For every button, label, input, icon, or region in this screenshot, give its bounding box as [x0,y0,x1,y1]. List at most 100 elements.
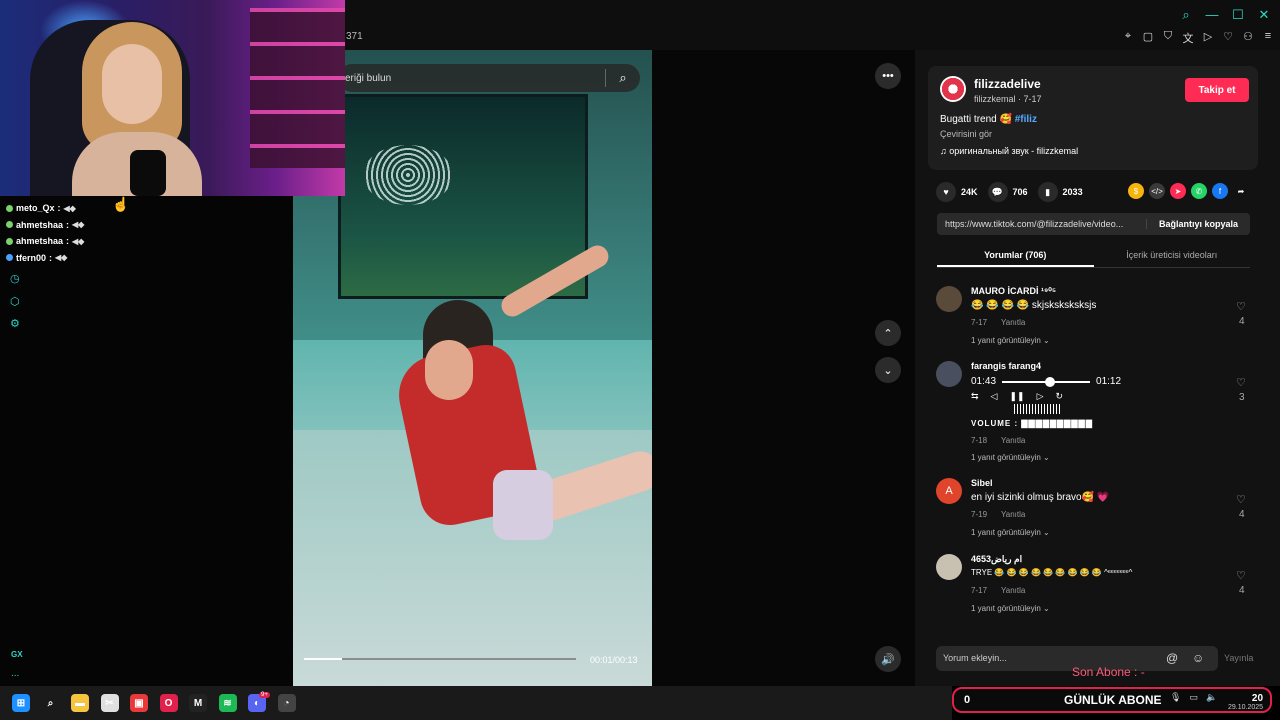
search-bar[interactable]: eriği bulun ⌕ [338,64,640,92]
close-icon[interactable]: ✕ [1256,7,1272,23]
translate-icon[interactable]: 文 [1182,30,1194,46]
volume-text: VOLUME : ▇▇▇▇▇▇▇▇▇▇ [971,419,1093,428]
comment-username[interactable]: 4653ام رياض [971,554,1022,565]
caption-hashtag[interactable]: #filiz [1015,114,1037,125]
comment-like-icon[interactable]: ♡ [1236,300,1246,313]
system-clock[interactable]: 20 29.10.2025 [1228,693,1263,711]
author-name[interactable]: filizzadelive [974,77,1041,91]
chat-username[interactable]: tfern00 [16,253,46,263]
minimize-icon[interactable]: — [1204,7,1220,23]
comment-username[interactable]: MAURO İCARDİ ¹⁹⁰⁵ [971,286,1056,297]
view-replies-link[interactable]: 1 yanıt görüntüleyin ⌄ [971,604,1050,613]
reply-button[interactable]: Yanıtla [1001,318,1025,327]
play-icon[interactable]: ▷ [1202,30,1214,46]
spotify-icon[interactable]: ≋ [218,694,237,712]
embed-icon[interactable]: </> [1149,183,1165,199]
send-icon[interactable]: ➤ [1170,183,1186,199]
history-icon[interactable]: ◷ [10,272,20,285]
chat-username[interactable]: meto_Qx [16,203,55,213]
comment-avatar[interactable] [936,554,962,580]
search-icon[interactable]: ⌕ [41,694,60,712]
video-player[interactable] [293,50,652,686]
maximize-icon[interactable]: ☐ [1230,7,1246,23]
coin-share-icon[interactable]: $ [1128,183,1144,199]
reply-button[interactable]: Yanıtla [1001,586,1025,595]
heart-icon[interactable]: ♡ [1222,30,1234,46]
bookmark-icon[interactable]: ▮ [1037,182,1058,202]
view-replies-link[interactable]: 1 yanıt görüntüleyin ⌄ [971,528,1050,537]
comment-like-icon[interactable]: ♡ [1236,569,1246,582]
post-comment-button[interactable]: Yayınla [1224,653,1253,663]
comment-avatar[interactable] [936,361,962,387]
view-replies-link[interactable]: 1 yanıt görüntüleyin ⌄ [971,453,1050,462]
emoji-icon[interactable]: ☺ [1192,651,1204,665]
comment-input[interactable]: Yorum ekleyin... [943,653,1007,663]
view-replies-link[interactable]: 1 yanıt görüntüleyin ⌄ [971,336,1050,345]
mention-icon[interactable]: @ [1166,651,1178,665]
next-video-button[interactable]: ⌄ [875,357,901,383]
opera-gx-icon[interactable]: O [159,694,178,712]
chat-message: meto_Qx: ◀◆ [6,203,76,213]
save-stat[interactable]: ▮ 2033 [1037,182,1083,202]
whatsapp-icon[interactable]: ✆ [1191,183,1207,199]
repeat-icon[interactable]: ↻ [1055,391,1063,402]
previous-video-button[interactable]: ⌃ [875,320,901,346]
profile-icon[interactable]: ⚇ [1242,30,1254,46]
search-icon[interactable]: ⌕ [1178,7,1194,23]
menu-icon[interactable]: ≡ [1262,30,1274,46]
speaker-icon[interactable]: 🔈 [1206,692,1217,703]
like-icon[interactable]: ♥ [936,182,956,202]
volume-button[interactable]: 🔊 [875,646,901,672]
like-stat[interactable]: ♥ 24K [936,182,978,202]
player-knob[interactable] [1045,376,1056,387]
copy-link-button[interactable]: Bağlantıyı kopyala [1145,219,1250,229]
reply-button[interactable]: Yanıtla [1001,510,1025,519]
video-progress-bar[interactable] [304,658,576,660]
author-avatar[interactable] [940,76,966,102]
more-options-button[interactable]: ••• [875,63,901,89]
facebook-icon[interactable]: f [1212,183,1228,199]
comment-username[interactable]: farangis farang4 [971,361,1041,371]
follow-button[interactable]: Takip et [1185,78,1249,102]
comment-like-icon[interactable]: ♡ [1236,376,1246,389]
file-explorer-icon[interactable]: ▬ [71,694,89,712]
video-link-url[interactable]: https://www.tiktok.com/@filizzadelive/vi… [937,219,1146,229]
tab-comments[interactable]: Yorumlar (706) [937,244,1094,267]
comment-icon[interactable]: 💬 [987,182,1008,202]
network-icon[interactable]: ▭ [1189,692,1198,703]
reply-button[interactable]: Yanıtla [1001,436,1025,445]
app-red-icon[interactable]: ▣ [130,694,148,712]
collection-icon[interactable]: ▢ [1142,30,1154,46]
comment-avatar[interactable]: A [936,478,962,504]
comment-tabs: Yorumlar (706) İçerik üreticisi videolar… [937,244,1250,268]
next-icon[interactable]: ▷ [1037,391,1044,402]
mi-icon[interactable]: M [189,694,207,712]
comment-username[interactable]: Sibel [971,478,993,488]
previous-icon[interactable]: ◁ [991,391,998,402]
comment-avatar[interactable] [936,286,962,312]
microphone-icon[interactable]: 🎙 [1170,692,1181,703]
shuffle-icon[interactable]: ⇆ [971,391,979,402]
player-track[interactable] [1002,376,1091,387]
chat-username[interactable]: ahmetshaa [16,236,63,246]
video-timecode: 00:01/00:13 [590,655,638,665]
gx-label[interactable]: GX [11,650,23,659]
share-arrow-icon[interactable]: ➦ [1233,183,1249,199]
extensions-icon[interactable]: ⬡ [10,295,20,308]
comment-stat[interactable]: 💬 706 [987,182,1028,202]
translate-link[interactable]: Çevirisini gör [940,129,992,139]
search-input[interactable]: eriği bulun [345,73,605,84]
pin-icon[interactable]: ⌖ [1122,30,1134,46]
tab-creator-videos[interactable]: İçerik üreticisi videoları [1094,244,1251,267]
search-icon[interactable]: ⌕ [606,70,640,86]
shield-icon[interactable]: ⛉ [1162,30,1174,46]
app-gauge-icon[interactable]: ◔ [277,694,296,712]
music-link[interactable]: ♫ оригинальный звук - filizzkemal [940,146,1078,156]
chat-username[interactable]: ahmetshaa [16,220,63,230]
pause-icon[interactable]: ❚❚ [1009,391,1024,402]
windows-start-icon[interactable]: ⊞ [12,694,30,712]
comment-like-icon[interactable]: ♡ [1236,493,1246,506]
sidebar-more-icon[interactable]: ... [11,668,19,679]
snipping-tool-icon[interactable]: ✂ [100,694,119,712]
settings-icon[interactable]: ⚙ [10,317,20,330]
